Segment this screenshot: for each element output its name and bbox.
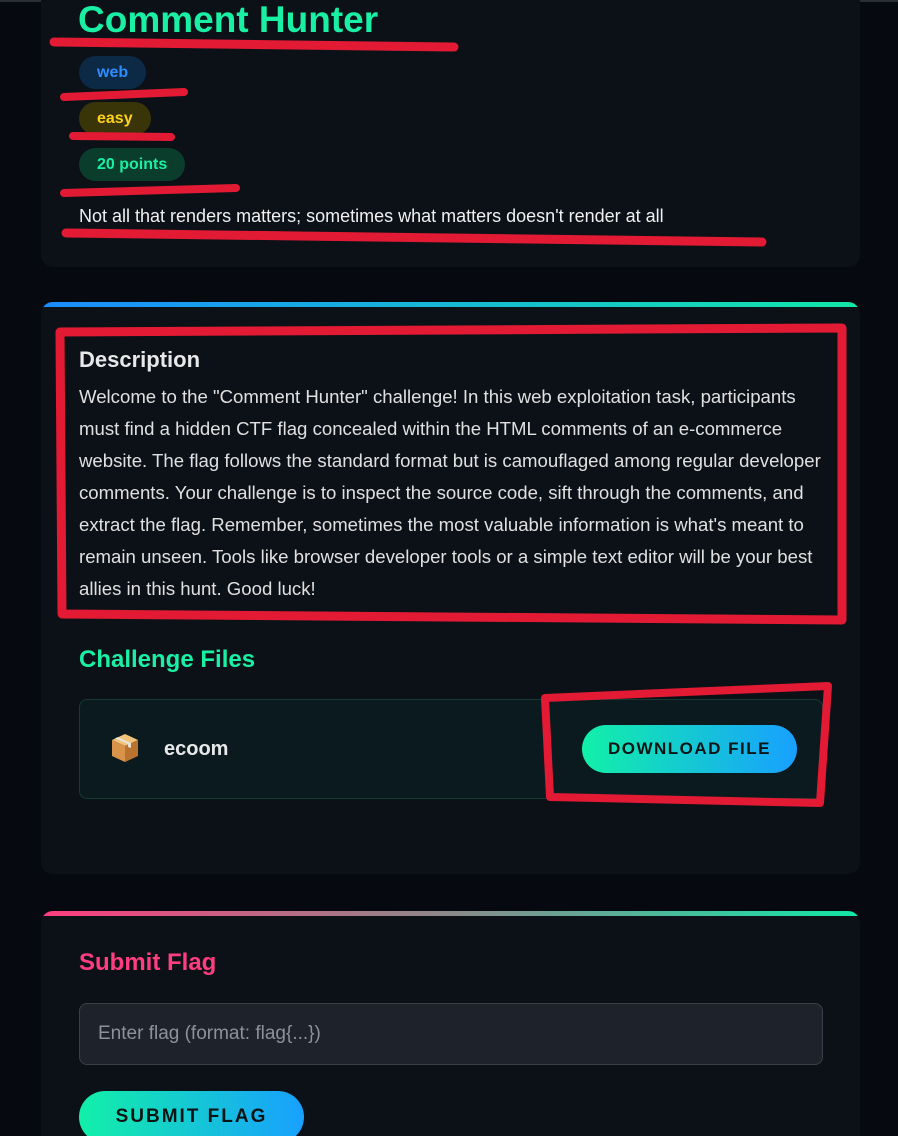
description-heading: Description xyxy=(79,347,201,372)
flag-input[interactable] xyxy=(79,1003,823,1065)
points-badge: 20 points xyxy=(79,148,186,181)
description-text: Welcome to the "Comment Hunter" challeng… xyxy=(79,386,821,599)
download-file-button[interactable]: DOWNLOAD FILE xyxy=(582,725,797,773)
file-name: ecoom xyxy=(164,738,229,760)
challenge-tagline: Not all that renders matters; sometimes … xyxy=(79,206,664,226)
package-icon xyxy=(112,734,138,762)
difficulty-badge: easy xyxy=(79,102,151,135)
submit-flag-heading: Submit Flag xyxy=(79,949,217,976)
submit-flag-button[interactable]: SUBMIT FLAG xyxy=(79,1091,304,1136)
challenge-files-heading: Challenge Files xyxy=(79,646,256,673)
challenge-title: Comment Hunter xyxy=(78,0,379,40)
card-accent-bar xyxy=(41,911,860,916)
category-badge: web xyxy=(79,56,147,89)
card-accent-bar xyxy=(41,302,860,307)
